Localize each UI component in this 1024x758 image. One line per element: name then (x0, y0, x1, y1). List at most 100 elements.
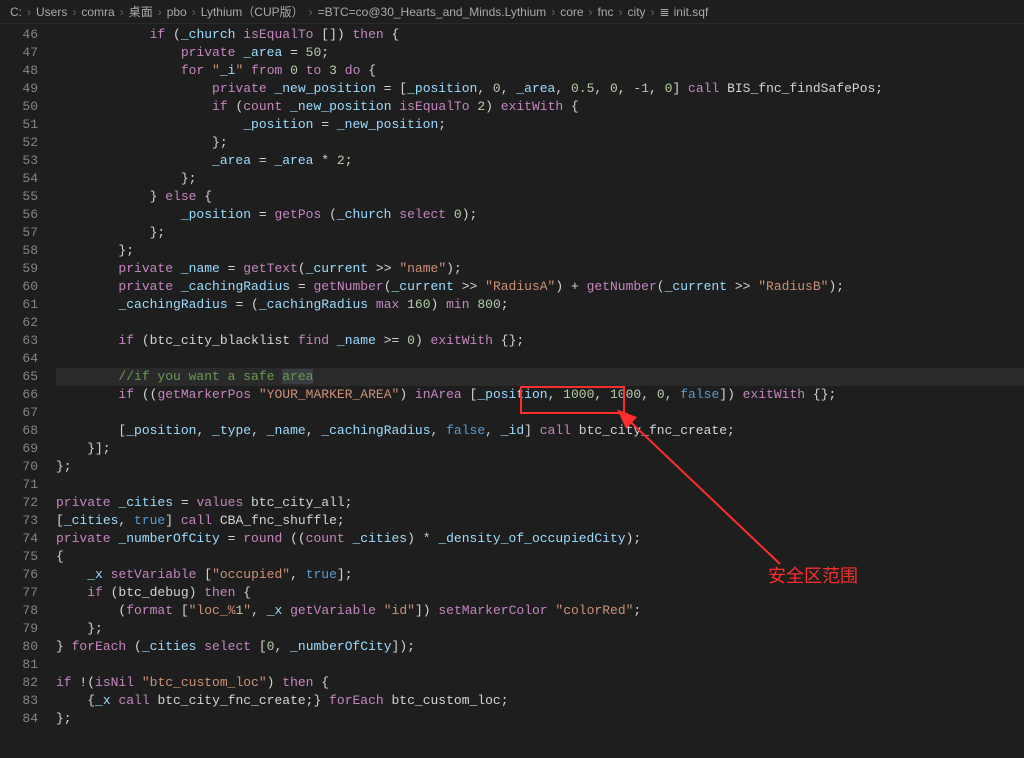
breadcrumb-item[interactable]: =BTC=co@30_Hearts_and_Minds.Lythium (318, 5, 547, 19)
breadcrumb-item[interactable]: 桌面 (129, 3, 153, 20)
file-icon: ≣ (660, 5, 670, 19)
line-number: 55 (0, 188, 38, 206)
breadcrumb-item[interactable]: Lythium（CUP版） (201, 3, 304, 20)
code-editor[interactable]: 4647484950515253545556575859606162636465… (0, 24, 1024, 734)
chevron-right-icon: › (589, 5, 593, 19)
code-line[interactable]: if (count _new_position isEqualTo 2) exi… (56, 98, 1024, 116)
code-line[interactable]: //if you want a safe area (56, 368, 1024, 386)
code-line[interactable]: private _cachingRadius = getNumber(_curr… (56, 278, 1024, 296)
code-line[interactable]: if !(isNil "btc_custom_loc") then { (56, 674, 1024, 692)
line-number: 53 (0, 152, 38, 170)
line-number: 57 (0, 224, 38, 242)
line-number: 61 (0, 296, 38, 314)
code-line[interactable]: } else { (56, 188, 1024, 206)
chevron-right-icon: › (619, 5, 623, 19)
code-line[interactable]: }; (56, 710, 1024, 728)
code-line[interactable]: [_cities, true] call CBA_fnc_shuffle; (56, 512, 1024, 530)
code-line[interactable]: private _numberOfCity = round ((count _c… (56, 530, 1024, 548)
chevron-right-icon: › (192, 5, 196, 19)
line-number: 65 (0, 368, 38, 386)
line-number: 59 (0, 260, 38, 278)
line-number: 74 (0, 530, 38, 548)
line-number: 75 (0, 548, 38, 566)
line-number: 48 (0, 62, 38, 80)
code-line[interactable]: _cachingRadius = (_cachingRadius max 160… (56, 296, 1024, 314)
breadcrumb-item[interactable]: pbo (167, 5, 187, 19)
line-number: 78 (0, 602, 38, 620)
code-line[interactable]: }; (56, 620, 1024, 638)
line-number: 84 (0, 710, 38, 728)
code-line[interactable]: _position = getPos (_church select 0); (56, 206, 1024, 224)
breadcrumb-item[interactable]: core (560, 5, 583, 19)
line-number: 47 (0, 44, 38, 62)
code-line[interactable]: }; (56, 224, 1024, 242)
code-line[interactable]: {_x call btc_city_fnc_create;} forEach b… (56, 692, 1024, 710)
line-number: 50 (0, 98, 38, 116)
line-number: 51 (0, 116, 38, 134)
line-number: 83 (0, 692, 38, 710)
code-line[interactable] (56, 656, 1024, 674)
chevron-right-icon: › (120, 5, 124, 19)
code-line[interactable]: private _area = 50; (56, 44, 1024, 62)
line-number: 80 (0, 638, 38, 656)
line-number: 68 (0, 422, 38, 440)
code-line[interactable]: private _new_position = [_position, 0, _… (56, 80, 1024, 98)
code-line[interactable]: { (56, 548, 1024, 566)
line-number-gutter: 4647484950515253545556575859606162636465… (0, 24, 56, 734)
code-area[interactable]: if (_church isEqualTo []) then { private… (56, 24, 1024, 734)
line-number: 72 (0, 494, 38, 512)
line-number: 76 (0, 566, 38, 584)
line-number: 79 (0, 620, 38, 638)
line-number: 52 (0, 134, 38, 152)
line-number: 70 (0, 458, 38, 476)
code-line[interactable]: }]; (56, 440, 1024, 458)
breadcrumb-item[interactable]: init.sqf (674, 5, 709, 19)
chevron-right-icon: › (551, 5, 555, 19)
line-number: 56 (0, 206, 38, 224)
code-line[interactable]: }; (56, 170, 1024, 188)
breadcrumb-item[interactable]: C: (10, 5, 22, 19)
chevron-right-icon: › (27, 5, 31, 19)
breadcrumb-item[interactable]: city (628, 5, 646, 19)
breadcrumb-item[interactable]: Users (36, 5, 67, 19)
line-number: 49 (0, 80, 38, 98)
line-number: 69 (0, 440, 38, 458)
chevron-right-icon: › (651, 5, 655, 19)
line-number: 77 (0, 584, 38, 602)
code-line[interactable]: (format ["loc_%1", _x getVariable "id"])… (56, 602, 1024, 620)
code-line[interactable]: if ((getMarkerPos "YOUR_MARKER_AREA") in… (56, 386, 1024, 404)
code-line[interactable]: }; (56, 242, 1024, 260)
code-line[interactable] (56, 404, 1024, 422)
code-line[interactable] (56, 476, 1024, 494)
breadcrumb-item[interactable]: comra (81, 5, 114, 19)
line-number: 54 (0, 170, 38, 188)
code-line[interactable]: [_position, _type, _name, _cachingRadius… (56, 422, 1024, 440)
code-line[interactable]: if (btc_city_blacklist find _name >= 0) … (56, 332, 1024, 350)
code-line[interactable]: }; (56, 134, 1024, 152)
chevron-right-icon: › (309, 5, 313, 19)
line-number: 64 (0, 350, 38, 368)
breadcrumb-item[interactable]: fnc (598, 5, 614, 19)
line-number: 81 (0, 656, 38, 674)
code-line[interactable]: private _name = getText(_current >> "nam… (56, 260, 1024, 278)
line-number: 66 (0, 386, 38, 404)
code-line[interactable]: }; (56, 458, 1024, 476)
line-number: 71 (0, 476, 38, 494)
line-number: 67 (0, 404, 38, 422)
code-line[interactable]: for "_i" from 0 to 3 do { (56, 62, 1024, 80)
code-line[interactable]: private _cities = values btc_city_all; (56, 494, 1024, 512)
breadcrumb[interactable]: C: › Users › comra › 桌面 › pbo › Lythium（CUP版） › =BTC… (0, 0, 1024, 24)
line-number: 82 (0, 674, 38, 692)
code-line[interactable]: } forEach (_cities select [0, _numberOfC… (56, 638, 1024, 656)
code-line[interactable]: if (_church isEqualTo []) then { (56, 26, 1024, 44)
chevron-right-icon: › (72, 5, 76, 19)
code-line[interactable] (56, 350, 1024, 368)
code-line[interactable]: _area = _area * 2; (56, 152, 1024, 170)
line-number: 60 (0, 278, 38, 296)
line-number: 73 (0, 512, 38, 530)
line-number: 46 (0, 26, 38, 44)
code-line[interactable]: _x setVariable ["occupied", true]; (56, 566, 1024, 584)
code-line[interactable]: if (btc_debug) then { (56, 584, 1024, 602)
code-line[interactable]: _position = _new_position; (56, 116, 1024, 134)
code-line[interactable] (56, 314, 1024, 332)
